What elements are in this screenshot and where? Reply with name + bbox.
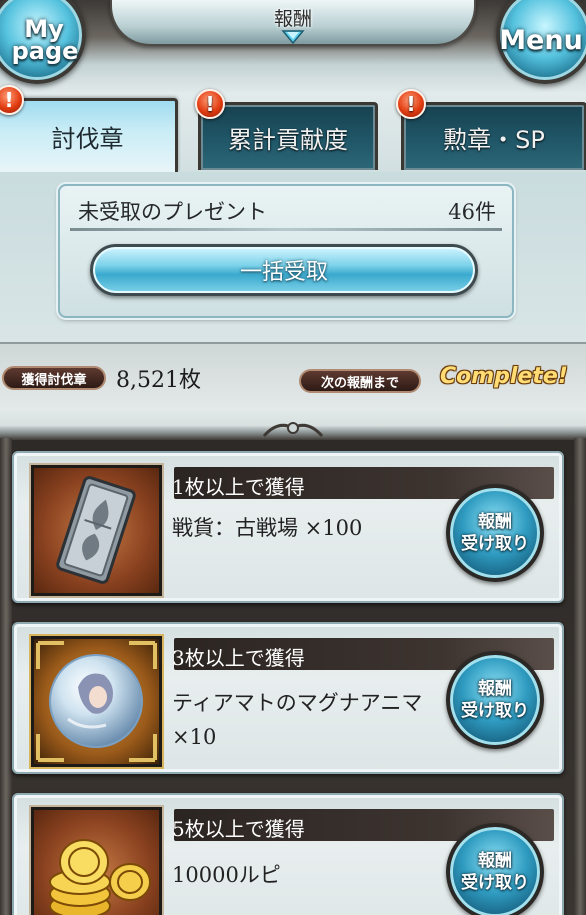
reward-list: 1枚以上で獲得 戦貨：古戦場 ×100 報酬 受け取り 3枚以上で獲得 ティアマ…: [0, 408, 586, 915]
unclaimed-present-label: 未受取のプレゼント: [78, 200, 267, 224]
claim-label-line2: 受け取り: [461, 534, 529, 554]
next-reward-status: Complete!: [440, 364, 568, 389]
unclaimed-present-count: 46件: [448, 200, 496, 224]
claim-label-line1: 報酬: [478, 512, 512, 532]
war-coin-card-icon-art: [56, 476, 136, 584]
reward-item-name: 戦貨：古戦場 ×100: [172, 516, 363, 540]
earned-badges-value: 8,521枚: [116, 368, 201, 393]
badge-stats-bar: 獲得討伐章 8,521枚 次の報酬まで Complete!: [0, 342, 586, 408]
reward-requirement: 3枚以上で獲得: [172, 646, 305, 670]
tab-label: 討伐章: [51, 125, 124, 153]
tab-label: 勲章・SP: [443, 126, 545, 154]
war-coin-card-icon: [31, 465, 162, 596]
reward-row: 3枚以上で獲得 ティアマトのマグナアニマ ×10 報酬 受け取り: [12, 622, 564, 774]
claim-label-line1: 報酬: [478, 679, 512, 699]
claim-reward-button[interactable]: 報酬 受け取り: [446, 484, 544, 582]
earned-badges-label: 獲得討伐章: [2, 366, 106, 390]
list-frame-side: [0, 438, 12, 915]
claim-label-line2: 受け取り: [461, 701, 529, 721]
tab-label: 累計貢献度: [228, 126, 348, 154]
menu-label: Menu: [499, 24, 583, 56]
rupie-coins-icon-art: [49, 839, 151, 915]
magna-anima-orb-icon-art: [36, 641, 157, 762]
divider: [70, 228, 502, 231]
alert-badge: !: [396, 89, 426, 119]
mypage-label-line2: page: [11, 37, 79, 65]
rewards-screen: 報酬 My page Menu ! 討伐章 ! 累計貢献度 ! 勲章・SP 未受…: [0, 0, 586, 915]
magna-anima-orb-icon: [31, 636, 162, 767]
claim-reward-button[interactable]: 報酬 受け取り: [446, 823, 544, 915]
tab-subjugation-badge[interactable]: ! 討伐章: [0, 85, 178, 172]
receive-all-button[interactable]: 一括受取: [90, 244, 478, 296]
claim-label-line2: 受け取り: [461, 873, 529, 893]
header-gem-icon: [281, 30, 305, 44]
tab-bar: ! 討伐章 ! 累計貢献度 ! 勲章・SP: [0, 85, 586, 172]
tab-medals-sp[interactable]: ! 勲章・SP: [396, 89, 586, 170]
reward-row: 1枚以上で獲得 戦貨：古戦場 ×100 報酬 受け取り: [12, 451, 564, 603]
reward-requirement: 5枚以上で獲得: [172, 817, 305, 841]
alert-badge: !: [195, 89, 225, 119]
reward-item-name: 10000ルピ: [172, 863, 281, 887]
alert-badge: !: [0, 85, 24, 115]
unclaimed-present-box: 未受取のプレゼント 46件 一括受取: [58, 184, 514, 318]
reward-row: 5枚以上で獲得 10000ルピ 報酬 受け取り: [12, 793, 564, 915]
reward-item-name: ティアマトのマグナアニマ ×10: [172, 691, 423, 749]
present-area: 未受取のプレゼント 46件 一括受取: [0, 172, 586, 342]
list-frame-side: [574, 438, 586, 915]
header-bar: 報酬 My page Menu: [0, 0, 586, 92]
tab-cumulative-contribution[interactable]: ! 累計貢献度: [195, 89, 378, 170]
reward-requirement: 1枚以上で獲得: [172, 475, 305, 499]
claim-reward-button[interactable]: 報酬 受け取り: [446, 651, 544, 749]
claim-label-line1: 報酬: [478, 851, 512, 871]
frame-crest-icon: [262, 422, 324, 438]
menu-button[interactable]: Menu: [496, 0, 586, 84]
rupie-coins-icon: [31, 807, 162, 915]
mypage-button[interactable]: My page: [0, 0, 86, 84]
next-reward-label: 次の報酬まで: [299, 369, 421, 393]
